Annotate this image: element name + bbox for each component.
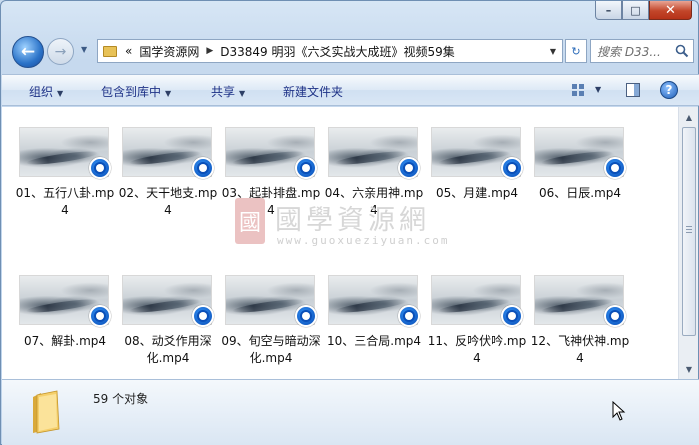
- chevron-down-icon: ▼: [165, 89, 172, 98]
- video-player-icon: [295, 305, 317, 327]
- search-input[interactable]: 搜索 D33...: [590, 39, 694, 63]
- chevron-down-icon: ▼: [57, 89, 64, 98]
- file-name: 08、动爻作用深化.mp4: [124, 334, 212, 365]
- breadcrumb-overflow[interactable]: «: [125, 44, 132, 58]
- video-player-icon: [604, 157, 626, 179]
- video-player-icon: [89, 305, 111, 327]
- vertical-scrollbar[interactable]: ▲ ▼: [678, 107, 698, 379]
- chevron-down-icon: ▼: [239, 89, 246, 98]
- file-item[interactable]: 07、解卦.mp4: [19, 275, 119, 370]
- address-bar[interactable]: « 国学资源网 ▶ D33849 明羽《六爻实战大成班》视频59集 ▼: [97, 39, 563, 63]
- close-button[interactable]: ✕: [649, 1, 692, 20]
- breadcrumb-separator-icon[interactable]: ▶: [206, 46, 213, 56]
- file-item[interactable]: 10、三合局.mp4: [327, 275, 428, 370]
- organize-label: 组织: [29, 85, 54, 99]
- item-count: 59 个对象: [93, 392, 149, 406]
- file-name: 01、五行八卦.mp4: [15, 186, 115, 217]
- file-name: 09、旬空与暗动深化.mp4: [221, 334, 321, 365]
- explorer-window: – □ ✕ ← → ▼ « 国学资源网 ▶ D33849 明羽《六爻实战大成班》…: [0, 0, 699, 445]
- scroll-up-icon[interactable]: ▲: [681, 109, 697, 125]
- file-name: 06、日辰.mp4: [538, 186, 622, 200]
- refresh-button[interactable]: ↻: [565, 39, 587, 63]
- video-player-icon: [89, 157, 111, 179]
- file-name: 07、解卦.mp4: [23, 334, 107, 348]
- breadcrumb: « 国学资源网 ▶ D33849 明羽《六爻实战大成班》视频59集: [125, 43, 455, 60]
- file-item[interactable]: 01、五行八卦.mp4: [16, 127, 119, 222]
- back-button[interactable]: ←: [12, 36, 44, 68]
- include-library-label: 包含到库中: [101, 85, 162, 99]
- new-folder-button[interactable]: 新建文件夹: [283, 83, 343, 100]
- file-name: 12、飞神伏神.mp4: [530, 334, 630, 365]
- search-placeholder: 搜索 D33...: [597, 44, 661, 59]
- file-item[interactable]: 06、日辰.mp4: [534, 127, 634, 222]
- navigation-bar: ← → ▼ « 国学资源网 ▶ D33849 明羽《六爻实战大成班》视频59集 …: [9, 35, 694, 69]
- forward-button[interactable]: →: [47, 38, 74, 65]
- video-player-icon: [295, 157, 317, 179]
- include-in-library-menu[interactable]: 包含到库中 ▼: [101, 83, 171, 100]
- file-item[interactable]: 03、起卦排盘.mp4: [222, 127, 325, 222]
- help-icon[interactable]: ?: [660, 81, 678, 99]
- view-dropdown-icon[interactable]: ▼: [595, 85, 601, 94]
- file-item[interactable]: 11、反吟伏吟.mp4: [428, 275, 531, 370]
- search-icon[interactable]: [675, 44, 689, 58]
- file-name: 05、月建.mp4: [435, 186, 519, 200]
- file-name: 10、三合局.mp4: [326, 334, 422, 348]
- video-player-icon: [398, 157, 420, 179]
- recent-pages-dropdown[interactable]: ▼: [81, 45, 87, 54]
- file-list[interactable]: 01、五行八卦.mp4 02、天干地支.mp4 03、起卦排盘.mp4 04、六亲用神…: [2, 107, 678, 379]
- file-item[interactable]: 04、六亲用神.mp4: [325, 127, 428, 222]
- maximize-button[interactable]: □: [622, 1, 649, 20]
- file-item[interactable]: 08、动爻作用深化.mp4: [122, 275, 222, 370]
- file-name: 03、起卦排盘.mp4: [221, 186, 321, 217]
- video-player-icon: [501, 305, 523, 327]
- organize-menu[interactable]: 组织 ▼: [29, 83, 63, 100]
- share-label: 共享: [211, 85, 236, 99]
- file-item[interactable]: 09、旬空与暗动深化.mp4: [221, 275, 325, 370]
- mouse-pointer-icon: [612, 401, 626, 421]
- file-item[interactable]: 12、飞神伏神.mp4: [531, 275, 634, 370]
- video-player-icon: [604, 305, 626, 327]
- new-folder-label: 新建文件夹: [283, 85, 344, 99]
- scroll-thumb[interactable]: [682, 127, 696, 336]
- details-pane: 59 个对象: [2, 379, 699, 445]
- minimize-button[interactable]: –: [595, 1, 622, 20]
- folder-icon: [33, 390, 60, 434]
- breadcrumb-item-guoxue[interactable]: 国学资源网: [139, 43, 199, 60]
- grip-icon: [686, 226, 692, 234]
- preview-pane-icon[interactable]: [626, 83, 640, 97]
- video-player-icon: [501, 157, 523, 179]
- file-item[interactable]: 05、月建.mp4: [431, 127, 531, 222]
- share-menu[interactable]: 共享 ▼: [211, 83, 245, 100]
- breadcrumb-item-current-folder[interactable]: D33849 明羽《六爻实战大成班》视频59集: [220, 43, 455, 60]
- command-bar: 组织 ▼ 包含到库中 ▼ 共享 ▼ 新建文件夹 ▼ ?: [2, 74, 699, 106]
- video-player-icon: [192, 157, 214, 179]
- file-item[interactable]: 02、天干地支.mp4: [119, 127, 222, 222]
- file-name: 04、六亲用神.mp4: [324, 186, 424, 217]
- caption-buttons: – □ ✕: [595, 1, 692, 21]
- file-name: 02、天干地支.mp4: [118, 186, 218, 217]
- scroll-down-icon[interactable]: ▼: [681, 361, 697, 377]
- video-player-icon: [192, 305, 214, 327]
- file-name: 11、反吟伏吟.mp4: [427, 334, 527, 365]
- folder-icon: [103, 45, 117, 57]
- video-player-icon: [398, 305, 420, 327]
- view-options-icon[interactable]: [571, 83, 585, 97]
- address-dropdown[interactable]: ▼: [544, 40, 562, 62]
